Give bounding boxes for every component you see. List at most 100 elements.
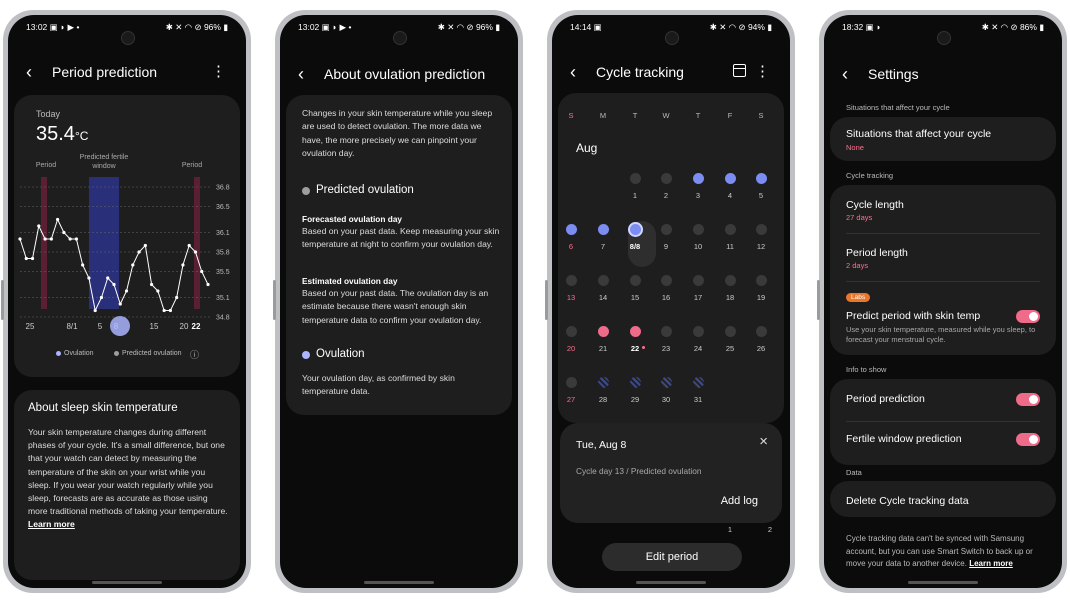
day-dot[interactable]: [660, 376, 672, 388]
day-dot[interactable]: [692, 274, 704, 286]
day-number[interactable]: 25: [719, 344, 741, 353]
day-dot[interactable]: [660, 223, 672, 235]
screen: 13:02 ▣ ◗ ▶ • ✱ ✕ ◠ ⊘ 96% ▮ ‹ About ovul…: [280, 15, 518, 588]
day-dot[interactable]: [565, 274, 577, 286]
day-number[interactable]: 20: [560, 344, 582, 353]
day-number[interactable]: 5: [750, 191, 772, 200]
day-number[interactable]: 29: [624, 395, 646, 404]
next-month-day-2[interactable]: 2: [759, 525, 781, 534]
day-dot[interactable]: [629, 172, 641, 184]
day-number[interactable]: 4: [719, 191, 741, 200]
y-tick-label: 36.1: [216, 230, 230, 237]
day-dot[interactable]: [692, 325, 704, 337]
day-number[interactable]: 28: [592, 395, 614, 404]
day-number[interactable]: 1: [624, 191, 646, 200]
day-dot[interactable]: [660, 325, 672, 337]
day-dot[interactable]: [565, 376, 577, 388]
day-number[interactable]: 19: [750, 293, 772, 302]
day-number[interactable]: 15: [624, 293, 646, 302]
day-dot[interactable]: [692, 376, 704, 388]
day-dot[interactable]: [724, 325, 736, 337]
close-icon[interactable]: ×: [759, 433, 768, 450]
predict-skin-temp-item[interactable]: Predict period with skin temp: [846, 310, 980, 322]
calendar-icon[interactable]: [733, 64, 746, 77]
day-number[interactable]: 12: [750, 242, 772, 251]
day-number[interactable]: 31: [687, 395, 709, 404]
day-number[interactable]: 9: [655, 242, 677, 251]
day-dot[interactable]: [660, 172, 672, 184]
fertile-window-item[interactable]: Fertile window prediction: [846, 433, 962, 445]
day-number[interactable]: 8/8: [624, 242, 646, 251]
day-dot[interactable]: [597, 223, 609, 235]
temperature-point: [112, 282, 116, 287]
day-number[interactable]: 23: [655, 344, 677, 353]
ovulation-heading: Ovulation: [316, 348, 365, 360]
day-number[interactable]: 16: [655, 293, 677, 302]
edit-period-button[interactable]: Edit period: [602, 543, 742, 571]
screen: 13:02 ▣ ◗ ▶ • ✱ ✕ ◠ ⊘ 96% ▮ ‹ Period pre…: [8, 15, 246, 588]
back-icon[interactable]: ‹: [298, 63, 304, 85]
next-month-day-1[interactable]: 1: [719, 525, 741, 534]
day-dot[interactable]: [755, 325, 767, 337]
cycle-length-item[interactable]: Cycle length: [846, 199, 904, 211]
day-number[interactable]: 14: [592, 293, 614, 302]
day-dot[interactable]: [724, 172, 736, 184]
day-dot[interactable]: [565, 223, 577, 235]
back-icon[interactable]: ‹: [26, 61, 32, 83]
day-dot[interactable]: [724, 274, 736, 286]
day-dot[interactable]: [597, 274, 609, 286]
day-number[interactable]: 2: [655, 191, 677, 200]
day-number[interactable]: 11: [719, 242, 741, 251]
day-number[interactable]: 26: [750, 344, 772, 353]
back-icon[interactable]: ‹: [570, 61, 576, 83]
temperature-point: [99, 295, 104, 300]
fertile-window-toggle[interactable]: [1016, 433, 1040, 446]
day-number[interactable]: 30: [655, 395, 677, 404]
day-dot[interactable]: [629, 376, 641, 388]
day-dot[interactable]: [755, 274, 767, 286]
day-dot[interactable]: [692, 172, 704, 184]
day-number[interactable]: 7: [592, 242, 614, 251]
day-number[interactable]: 3: [687, 191, 709, 200]
day-number[interactable]: 13: [560, 293, 582, 302]
day-dot[interactable]: [565, 325, 577, 337]
day-dot[interactable]: [629, 274, 641, 286]
period-length-item[interactable]: Period length: [846, 247, 908, 259]
day-dot[interactable]: [597, 376, 609, 388]
situations-item[interactable]: Situations that affect your cycle: [846, 128, 991, 140]
add-log-button[interactable]: Add log: [721, 495, 758, 507]
footer-learn-more-link[interactable]: Learn more: [969, 559, 1013, 568]
selected-day-marker[interactable]: [110, 316, 130, 336]
status-notification-icons: ▣ ◗: [865, 22, 882, 32]
x-tick-label: 22: [191, 322, 201, 331]
divider: [846, 421, 1040, 422]
day-dot[interactable]: [724, 223, 736, 235]
legend-predicted-text: Predicted ovulation: [122, 350, 182, 357]
delete-data-item[interactable]: Delete Cycle tracking data: [846, 495, 969, 507]
day-number[interactable]: 10: [687, 242, 709, 251]
period-prediction-toggle[interactable]: [1016, 393, 1040, 406]
day-number[interactable]: 21: [592, 344, 614, 353]
weekday-label: F: [727, 111, 733, 120]
day-dot[interactable]: [629, 223, 641, 235]
legend-dot-ovulation: [56, 350, 61, 356]
day-dot[interactable]: [755, 172, 767, 184]
day-dot[interactable]: [629, 325, 641, 337]
day-number[interactable]: 27: [560, 395, 582, 404]
day-number[interactable]: 17: [687, 293, 709, 302]
day-dot[interactable]: [597, 325, 609, 337]
period-prediction-item[interactable]: Period prediction: [846, 393, 925, 405]
learn-more-link[interactable]: Learn more: [28, 519, 75, 529]
day-number[interactable]: 6: [560, 242, 582, 251]
more-options-icon[interactable]: ⋮: [755, 63, 770, 81]
info-icon[interactable]: ⓘ: [190, 348, 199, 361]
more-options-icon[interactable]: ⋮: [211, 63, 226, 81]
day-dot[interactable]: [755, 223, 767, 235]
predict-skin-temp-toggle[interactable]: [1016, 310, 1040, 323]
day-dot[interactable]: [660, 274, 672, 286]
back-icon[interactable]: ‹: [842, 63, 848, 85]
phone-about-ovulation: 13:02 ▣ ◗ ▶ • ✱ ✕ ◠ ⊘ 96% ▮ ‹ About ovul…: [273, 10, 523, 593]
day-number[interactable]: 24: [687, 344, 709, 353]
day-dot[interactable]: [692, 223, 704, 235]
day-number[interactable]: 18: [719, 293, 741, 302]
